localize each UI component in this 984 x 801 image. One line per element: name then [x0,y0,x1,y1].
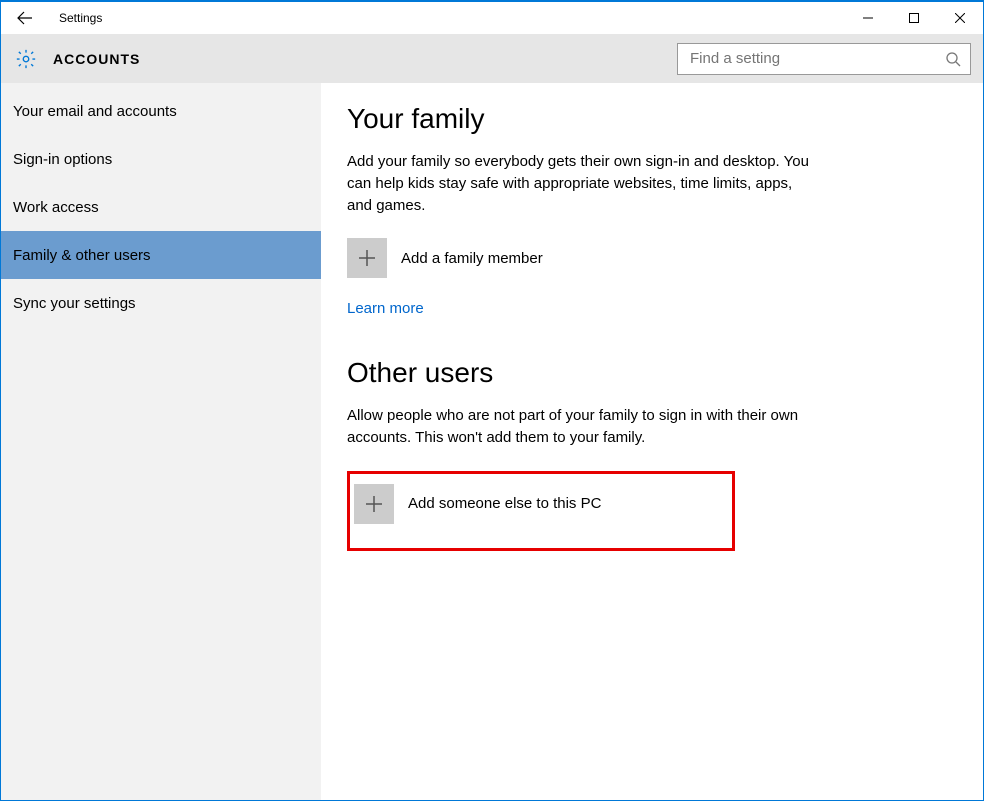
plus-icon [354,484,394,524]
search-icon [945,51,961,67]
add-someone-else-button[interactable]: Add someone else to this PC [347,471,735,551]
header: ACCOUNTS [1,34,983,83]
titlebar: Settings [1,2,983,34]
other-users-section: Other users Allow people who are not par… [347,357,953,551]
close-button[interactable] [937,2,983,34]
main-content: Your family Add your family so everybody… [321,83,983,800]
maximize-button[interactable] [891,2,937,34]
sidebar-item-family-other-users[interactable]: Family & other users [1,231,321,279]
sidebar-item-email-accounts[interactable]: Your email and accounts [1,87,321,135]
add-family-member-button[interactable]: Add a family member [347,238,953,278]
header-label: ACCOUNTS [53,51,140,67]
other-users-description: Allow people who are not part of your fa… [347,405,817,449]
search-input[interactable] [677,43,971,75]
sidebar-item-sync-settings[interactable]: Sync your settings [1,279,321,327]
window-controls [845,2,983,34]
family-title: Your family [347,103,953,135]
back-button[interactable] [1,2,49,34]
sidebar: Your email and accounts Sign-in options … [1,83,321,800]
search-container [677,43,971,75]
add-someone-label: Add someone else to this PC [408,495,601,512]
add-family-label: Add a family member [401,250,543,267]
other-users-title: Other users [347,357,953,389]
minimize-button[interactable] [845,2,891,34]
body: Your email and accounts Sign-in options … [1,83,983,800]
gear-icon [15,48,37,70]
family-description: Add your family so everybody gets their … [347,151,817,216]
learn-more-link[interactable]: Learn more [347,300,424,317]
sidebar-item-signin-options[interactable]: Sign-in options [1,135,321,183]
sidebar-item-work-access[interactable]: Work access [1,183,321,231]
window-title: Settings [59,11,102,25]
plus-icon [347,238,387,278]
